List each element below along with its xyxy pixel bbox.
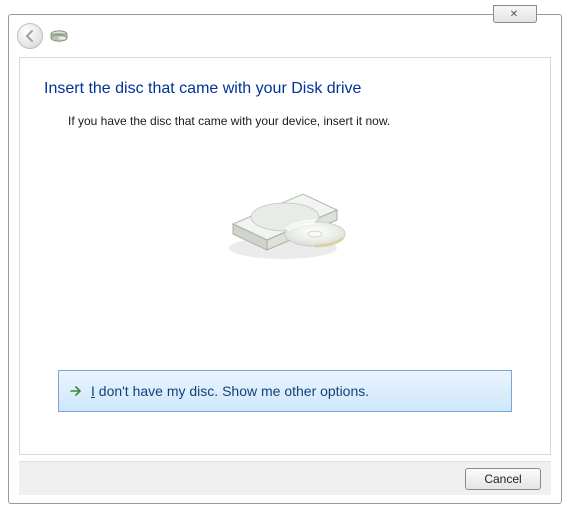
footer-bar: Cancel — [19, 461, 551, 495]
close-button[interactable]: ✕ — [493, 5, 537, 23]
drive-illustration — [20, 174, 550, 264]
wizard-window: ✕ Insert the disc that came with your Di… — [8, 14, 562, 504]
disk-drive-icon — [49, 29, 69, 43]
content-panel: Insert the disc that came with your Disk… — [19, 57, 551, 455]
toolbar — [17, 23, 69, 49]
command-arrow-icon — [69, 384, 83, 398]
back-arrow-icon — [23, 29, 37, 43]
page-subtitle: If you have the disc that came with your… — [20, 104, 550, 128]
no-disc-option[interactable]: I don't have my disc. Show me other opti… — [58, 370, 512, 412]
close-icon: ✕ — [510, 9, 520, 20]
no-disc-option-label: I don't have my disc. Show me other opti… — [91, 383, 369, 399]
page-title: Insert the disc that came with your Disk… — [20, 58, 550, 104]
back-button[interactable] — [17, 23, 43, 49]
cancel-button[interactable]: Cancel — [465, 468, 541, 490]
optical-drive-image — [215, 174, 355, 264]
